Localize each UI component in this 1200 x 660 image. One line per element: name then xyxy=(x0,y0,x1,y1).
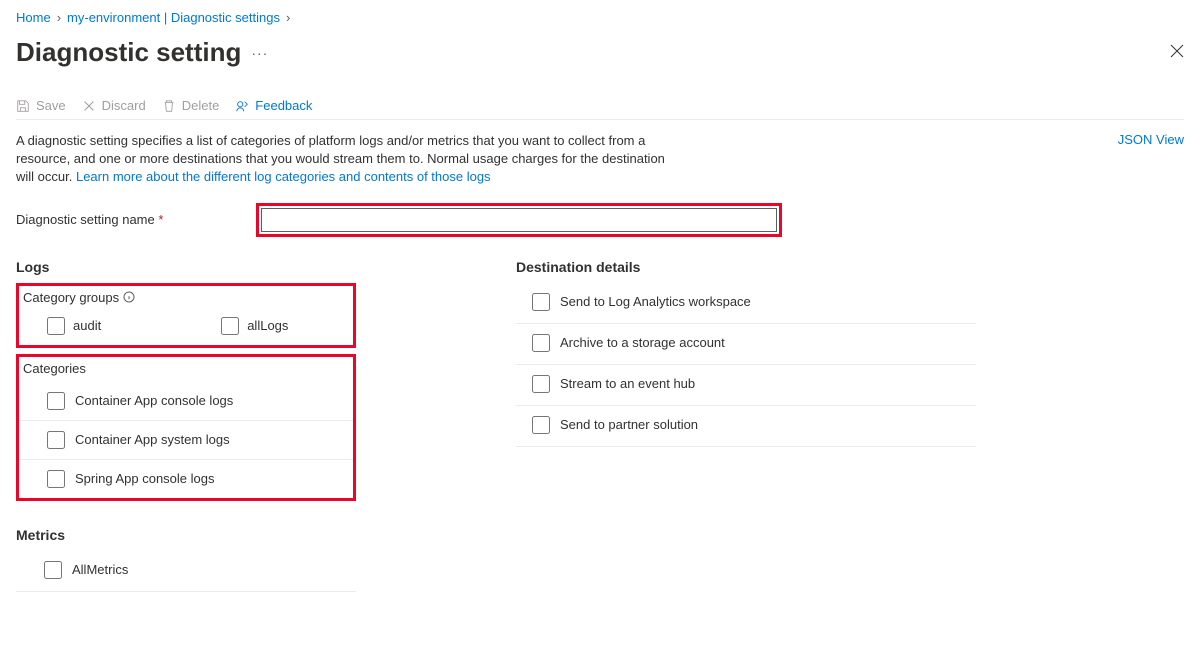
delete-button[interactable]: Delete xyxy=(162,98,220,113)
toolbar: Save Discard Delete Feedback xyxy=(16,92,1184,120)
checkbox-audit-input[interactable] xyxy=(47,317,65,335)
more-icon[interactable]: ··· xyxy=(251,45,268,61)
breadcrumb-home[interactable]: Home xyxy=(16,10,51,25)
discard-button[interactable]: Discard xyxy=(82,98,146,113)
checkbox-container-app-console[interactable]: Container App console logs xyxy=(19,382,353,420)
checkbox-container-app-system[interactable]: Container App system logs xyxy=(19,420,353,459)
checkbox-label: Container App console logs xyxy=(75,393,233,408)
checkbox-label: Spring App console logs xyxy=(75,471,214,486)
checkbox-input[interactable] xyxy=(532,375,550,393)
checkbox-input[interactable] xyxy=(47,431,65,449)
checkbox-input[interactable] xyxy=(532,416,550,434)
name-row: Diagnostic setting name * xyxy=(16,193,1184,255)
checkbox-spring-app-console[interactable]: Spring App console logs xyxy=(19,459,353,498)
feedback-label: Feedback xyxy=(255,98,312,113)
description-text: A diagnostic setting specifies a list of… xyxy=(16,132,676,187)
checkbox-label: AllMetrics xyxy=(72,562,128,577)
metrics-heading: Metrics xyxy=(16,523,356,551)
save-label: Save xyxy=(36,98,66,113)
info-icon[interactable] xyxy=(123,291,135,303)
category-groups-box: Category groups audit allLogs xyxy=(16,283,356,348)
page-title: Diagnostic setting xyxy=(16,37,241,68)
checkbox-audit[interactable]: audit xyxy=(47,317,101,335)
categories-box: Categories Container App console logs Co… xyxy=(16,354,356,501)
feedback-button[interactable]: Feedback xyxy=(235,98,312,113)
checkbox-label: Stream to an event hub xyxy=(560,376,695,391)
checkbox-input[interactable] xyxy=(47,470,65,488)
checkbox-audit-label: audit xyxy=(73,318,101,333)
checkbox-input[interactable] xyxy=(532,334,550,352)
checkbox-partner-solution[interactable]: Send to partner solution xyxy=(516,406,976,447)
name-input-highlight xyxy=(256,203,782,237)
chevron-right-icon: › xyxy=(57,10,61,25)
save-button[interactable]: Save xyxy=(16,98,66,113)
delete-label: Delete xyxy=(182,98,220,113)
learn-more-link[interactable]: Learn more about the different log categ… xyxy=(76,169,491,184)
checkbox-input[interactable] xyxy=(532,293,550,311)
destinations-heading: Destination details xyxy=(516,255,976,283)
chevron-right-icon: › xyxy=(286,10,290,25)
checkbox-event-hub[interactable]: Stream to an event hub xyxy=(516,365,976,406)
categories-heading: Categories xyxy=(19,357,353,382)
checkbox-label: Container App system logs xyxy=(75,432,230,447)
category-groups-heading: Category groups xyxy=(19,286,353,311)
checkbox-alllogs[interactable]: allLogs xyxy=(221,317,288,335)
json-view-link[interactable]: JSON View xyxy=(1118,132,1184,147)
checkbox-input[interactable] xyxy=(44,561,62,579)
checkbox-log-analytics[interactable]: Send to Log Analytics workspace xyxy=(516,283,976,324)
checkbox-allmetrics[interactable]: AllMetrics xyxy=(16,551,356,592)
diagnostic-name-input[interactable] xyxy=(261,208,777,232)
checkbox-input[interactable] xyxy=(47,392,65,410)
logs-heading: Logs xyxy=(16,255,356,283)
checkbox-label: Send to Log Analytics workspace xyxy=(560,294,751,309)
checkbox-alllogs-label: allLogs xyxy=(247,318,288,333)
breadcrumb-env[interactable]: my-environment | Diagnostic settings xyxy=(67,10,280,25)
close-icon[interactable] xyxy=(1170,44,1184,61)
checkbox-label: Send to partner solution xyxy=(560,417,698,432)
breadcrumb: Home › my-environment | Diagnostic setti… xyxy=(16,8,1184,33)
name-label: Diagnostic setting name * xyxy=(16,212,256,227)
checkbox-label: Archive to a storage account xyxy=(560,335,725,350)
discard-label: Discard xyxy=(102,98,146,113)
checkbox-storage-account[interactable]: Archive to a storage account xyxy=(516,324,976,365)
page-header: Diagnostic setting ··· xyxy=(16,33,1184,92)
checkbox-alllogs-input[interactable] xyxy=(221,317,239,335)
